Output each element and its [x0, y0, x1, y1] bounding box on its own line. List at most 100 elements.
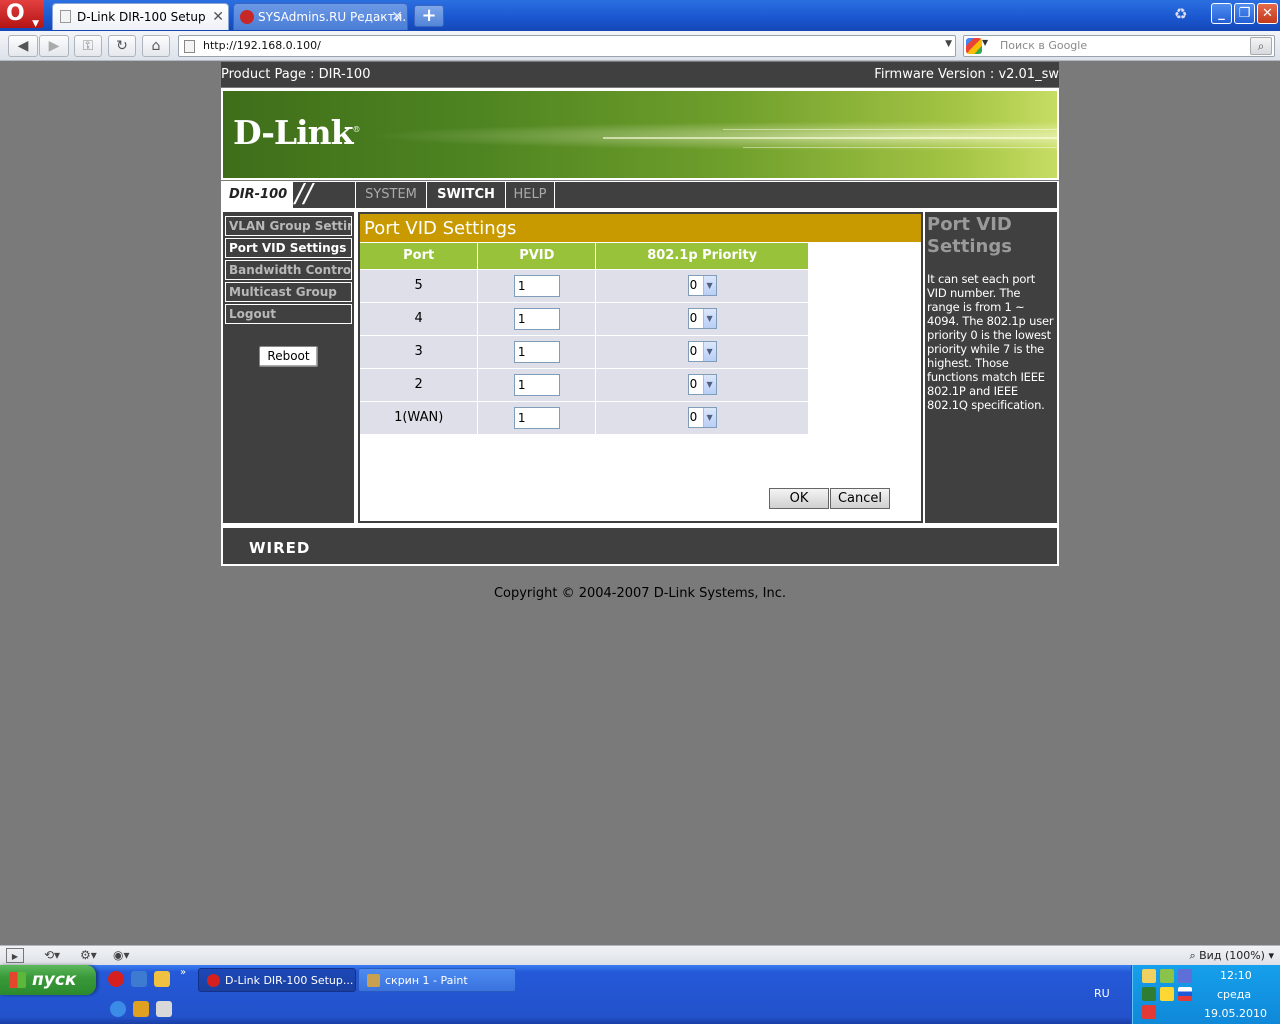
column-header-pvid: PVID: [477, 243, 597, 269]
page-icon: [60, 10, 71, 23]
table-row: 1(WAN) 1 0 ▼: [360, 400, 809, 434]
windows-taskbar: пуск » D-Link DIR-100 Setup... скрин 1 -…: [0, 965, 1280, 1024]
sidebar-item-logout[interactable]: Logout: [225, 304, 352, 324]
tray-network-icon[interactable]: [1160, 969, 1174, 983]
maximize-button[interactable]: ❐: [1234, 3, 1255, 24]
search-bar[interactable]: ▼ Поиск в Google ⌕: [963, 35, 1275, 57]
navigation-bar: ◀ ▶ ⚿ ↻ ⌂ http://192.168.0.100/ ▼ ▼ Поис…: [0, 31, 1280, 61]
browser-status-bar: ▶ ⟲▾ ⚙▾ ◉▾ ⌕ Вид (100%) ▾: [0, 945, 1280, 965]
pvid-input[interactable]: 1: [513, 406, 560, 429]
firmware-version-label: Firmware Version : v2.01_sw: [874, 67, 1059, 82]
port-cell: 5: [360, 268, 479, 302]
priority-select[interactable]: 0 ▼: [687, 308, 717, 329]
table-row: 5 1 0 ▼: [360, 268, 809, 302]
column-header-priority: 802.1p Priority: [595, 243, 809, 269]
model-label: DIR-100: [223, 182, 293, 208]
close-window-button[interactable]: ✕: [1257, 3, 1278, 24]
zoom-control[interactable]: ⌕ Вид (100%) ▾: [1189, 948, 1274, 963]
turbo-icon[interactable]: ◉▾: [113, 948, 130, 963]
router-footer: WIRED: [221, 526, 1059, 566]
cancel-button[interactable]: Cancel: [830, 488, 890, 509]
tab-close-icon[interactable]: ✕: [212, 4, 224, 30]
sidebar-item-bandwidth-control[interactable]: Bandwidth Control: [225, 260, 352, 280]
copyright-text: Copyright © 2004-2007 D-Link Systems, In…: [493, 586, 787, 601]
quicklaunch-more-icon[interactable]: »: [180, 967, 186, 978]
unite-icon[interactable]: ⚙▾: [80, 948, 97, 963]
dlink-logo: D-Link®: [233, 113, 361, 152]
messenger-icon[interactable]: [133, 1001, 149, 1017]
opera-menu-button[interactable]: O ▼: [0, 0, 44, 29]
mail-icon[interactable]: [156, 1001, 172, 1017]
tab-close-icon[interactable]: ✕: [391, 4, 403, 30]
taskbar-item-opera[interactable]: D-Link DIR-100 Setup...: [198, 968, 356, 992]
help-title: Port VID Settings: [927, 214, 1012, 257]
home-button[interactable]: ⌂: [142, 35, 170, 57]
reload-button[interactable]: ↻: [108, 35, 136, 57]
pvid-input[interactable]: 1: [513, 373, 560, 396]
sync-icon[interactable]: ⟲▾: [44, 948, 60, 963]
priority-select[interactable]: 0 ▼: [687, 341, 717, 362]
port-cell: 4: [360, 301, 479, 335]
chevron-down-icon: ▼: [702, 408, 716, 428]
port-cell: 2: [360, 367, 479, 401]
tab-dlink-setup[interactable]: D-Link DIR-100 Setup ✕: [52, 3, 229, 30]
forward-button[interactable]: ▶: [39, 35, 69, 57]
dlink-banner: D-Link®: [221, 88, 1059, 180]
tab-help[interactable]: HELP: [505, 182, 555, 208]
sidebar-item-port-vid[interactable]: Port VID Settings: [225, 238, 352, 258]
port-cell: 3: [360, 334, 479, 368]
minimize-button[interactable]: _: [1211, 3, 1232, 24]
wand-key-icon[interactable]: ⚿: [74, 35, 102, 57]
product-page-label: Product Page : DIR-100: [221, 67, 371, 82]
port-cell: 1(WAN): [360, 400, 479, 434]
priority-select[interactable]: 0 ▼: [687, 275, 717, 296]
address-bar[interactable]: http://192.168.0.100/ ▼: [178, 35, 956, 57]
tray-display-icon[interactable]: [1178, 969, 1192, 983]
url-text[interactable]: http://192.168.0.100/: [203, 36, 321, 56]
google-search-engine-icon[interactable]: ▼: [966, 38, 996, 54]
explorer-icon[interactable]: [131, 971, 147, 987]
chevron-down-icon[interactable]: ▼: [945, 39, 952, 49]
tab-switch[interactable]: SWITCH: [426, 182, 505, 208]
panel-toggle-icon[interactable]: ▶: [6, 948, 24, 963]
table-row: 4 1 0 ▼: [360, 301, 809, 335]
search-icon[interactable]: ⌕: [1250, 37, 1272, 55]
port-vid-table: Port PVID 802.1p Priority 5 1 0 ▼ 4 1 0 …: [360, 243, 809, 434]
page-icon: [184, 40, 195, 53]
ok-button[interactable]: OK: [769, 488, 829, 509]
pvid-input[interactable]: 1: [513, 340, 560, 363]
search-input[interactable]: Поиск в Google: [1000, 36, 1087, 56]
sidebar-item-vlan-group[interactable]: VLAN Group Settings: [225, 216, 352, 236]
pvid-input[interactable]: 1: [513, 274, 560, 297]
tray-antivirus-icon[interactable]: [1142, 1005, 1156, 1019]
zoom-icon: ⌕: [1189, 949, 1200, 962]
tray-messenger-icon[interactable]: [1142, 987, 1156, 1001]
tab-sysadmins[interactable]: SYSAdmins.RU Редакти... ✕: [233, 3, 408, 30]
taskbar-item-paint[interactable]: скрин 1 - Paint: [358, 968, 516, 992]
sysadmins-favicon-icon: [240, 10, 254, 24]
tray-clock-icon[interactable]: [1142, 969, 1156, 983]
help-panel: Port VID Settings It can set each port V…: [925, 212, 1057, 523]
priority-select[interactable]: 0 ▼: [687, 407, 717, 429]
tray-flag-icon[interactable]: [1178, 987, 1192, 1001]
main-menu: DIR-100 // SYSTEM SWITCH HELP: [221, 181, 1059, 210]
content-area: VLAN Group Settings Port VID Settings Ba…: [221, 210, 1059, 526]
tab-system[interactable]: SYSTEM: [355, 182, 426, 208]
back-button[interactable]: ◀: [8, 35, 38, 57]
slashes-decoration: //: [295, 179, 313, 209]
opera-icon[interactable]: [108, 971, 124, 987]
pvid-input[interactable]: 1: [513, 307, 560, 330]
start-button[interactable]: пуск: [0, 965, 96, 995]
clock-time[interactable]: 12:10: [1220, 969, 1252, 982]
help-text: It can set each port VID number. The ran…: [927, 272, 1054, 412]
priority-select[interactable]: 0 ▼: [687, 374, 717, 395]
trash-icon[interactable]: ♻: [1174, 5, 1192, 25]
reboot-button[interactable]: Reboot: [259, 346, 318, 367]
clock-day: среда: [1217, 988, 1252, 1001]
tray-security-icon[interactable]: [1160, 987, 1174, 1001]
language-indicator[interactable]: RU: [1094, 987, 1110, 1000]
new-tab-button[interactable]: +: [414, 5, 444, 27]
internet-explorer-icon[interactable]: [110, 1001, 126, 1017]
clock-app-icon[interactable]: [154, 971, 170, 987]
sidebar-item-multicast-group[interactable]: Multicast Group: [225, 282, 352, 302]
